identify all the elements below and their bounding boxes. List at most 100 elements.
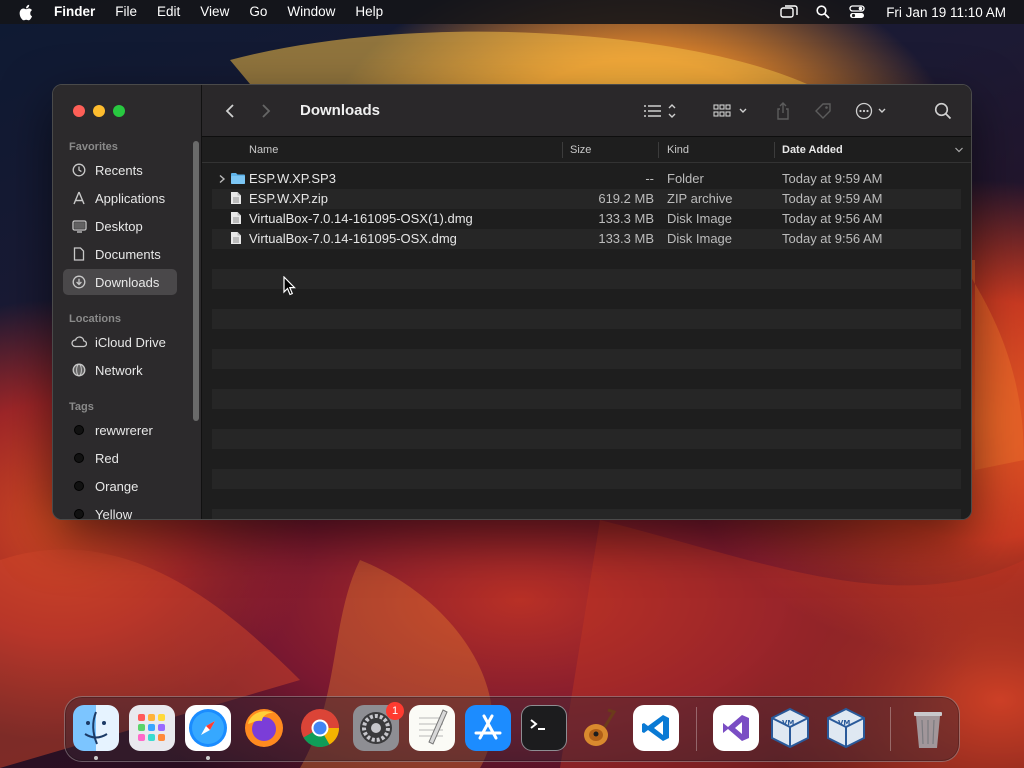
file-row[interactable]: ESP.W.XP.zip 619.2 MB ZIP archive Today … — [212, 189, 961, 209]
menu-file[interactable]: File — [105, 0, 147, 24]
file-browser: Downloads Name Size Kind Date Added ESP.… — [202, 85, 971, 519]
dock-virtualbox-icon[interactable]: VM — [767, 705, 813, 751]
dock-visual-studio-icon[interactable] — [713, 705, 759, 751]
empty-row — [212, 309, 961, 329]
file-kind: Disk Image — [667, 211, 733, 226]
sidebar-tag-orange[interactable]: Orange — [63, 473, 177, 499]
close-button[interactable] — [73, 105, 85, 117]
file-date-added: Today at 9:56 AM — [782, 231, 883, 246]
dock-launchpad-icon[interactable] — [129, 705, 175, 751]
more-actions-button[interactable] — [853, 97, 893, 125]
notification-badge: 1 — [386, 702, 404, 720]
empty-row — [212, 349, 961, 369]
clock-icon — [71, 162, 87, 178]
dock-safari-icon[interactable] — [185, 705, 231, 751]
empty-row — [212, 389, 961, 409]
tag-icon[interactable] — [811, 97, 835, 125]
tag-dot-icon — [71, 478, 87, 494]
dock-garageband-icon[interactable] — [577, 705, 623, 751]
dock-vscode-icon[interactable] — [633, 705, 679, 751]
sidebar-item-network[interactable]: Network — [63, 357, 177, 383]
sidebar-item-desktop[interactable]: Desktop — [63, 213, 177, 239]
file-size: 619.2 MB — [598, 191, 654, 206]
file-row[interactable]: VirtualBox-7.0.14-161095-OSX(1).dmg 133.… — [212, 209, 961, 229]
list-view-button[interactable] — [641, 97, 681, 125]
apple-menu-icon[interactable] — [18, 0, 38, 24]
search-icon[interactable] — [929, 97, 957, 125]
sidebar-item-label: Documents — [95, 246, 161, 262]
menu-app-finder[interactable]: Finder — [52, 0, 105, 24]
disclosure-triangle-icon[interactable] — [218, 169, 226, 189]
share-icon[interactable] — [771, 97, 795, 125]
file-row[interactable]: VirtualBox-7.0.14-161095-OSX.dmg 133.3 M… — [212, 229, 961, 249]
folder-icon — [230, 171, 245, 187]
sidebar-item-applications[interactable]: Applications — [63, 185, 177, 211]
zoom-button[interactable] — [113, 105, 125, 117]
search-icon[interactable] — [814, 4, 832, 20]
sidebar-item-label: Recents — [95, 162, 143, 178]
dock-firefox-icon[interactable] — [241, 705, 287, 751]
file-icon — [230, 211, 244, 227]
back-button[interactable] — [216, 97, 244, 125]
menu-go[interactable]: Go — [239, 0, 277, 24]
tag-dot-icon — [71, 422, 87, 438]
file-name: VirtualBox-7.0.14-161095-OSX(1).dmg — [249, 211, 473, 226]
file-size: 133.3 MB — [598, 211, 654, 226]
applications-icon — [71, 190, 87, 206]
file-name: VirtualBox-7.0.14-161095-OSX.dmg — [249, 231, 457, 246]
finder-window: Favorites Recents Applications Desktop D… — [52, 84, 972, 520]
sidebar-item-recents[interactable]: Recents — [63, 157, 177, 183]
dock-finder-icon[interactable] — [73, 705, 119, 751]
column-date-added[interactable]: Date Added — [782, 137, 843, 163]
file-row[interactable]: ESP.W.XP.SP3 -- Folder Today at 9:59 AM — [212, 169, 961, 189]
menu-edit[interactable]: Edit — [147, 0, 190, 24]
file-date-added: Today at 9:59 AM — [782, 191, 883, 206]
column-size[interactable]: Size — [570, 137, 591, 163]
globe-icon — [71, 362, 87, 378]
menu-help[interactable]: Help — [345, 0, 393, 24]
dock-terminal-icon[interactable] — [521, 705, 567, 751]
tag-dot-icon — [71, 506, 87, 519]
mouse-pointer-icon — [283, 276, 296, 296]
screen-mirroring-icon[interactable] — [780, 4, 798, 20]
dock-textedit-icon[interactable] — [409, 705, 455, 751]
empty-row — [212, 429, 961, 449]
menu-window[interactable]: Window — [277, 0, 345, 24]
dock-app-store-icon[interactable] — [465, 705, 511, 751]
sidebar-tag-red[interactable]: Red — [63, 445, 177, 471]
dock: 1 VM VM — [64, 696, 960, 762]
sidebar-item-label: Red — [95, 450, 119, 466]
sidebar-scrollbar[interactable] — [193, 141, 199, 421]
sidebar-tag-yellow[interactable]: Yellow — [63, 501, 177, 519]
file-name: ESP.W.XP.zip — [249, 191, 329, 206]
sidebar-item-icloud-drive[interactable]: iCloud Drive — [63, 329, 177, 355]
menu-clock[interactable]: Fri Jan 19 11:10 AM — [886, 5, 1006, 20]
tag-dot-icon — [71, 450, 87, 466]
sidebar-item-documents[interactable]: Documents — [63, 241, 177, 267]
sidebar-tag-rewwrerer[interactable]: rewwrerer — [63, 417, 177, 443]
document-icon — [71, 246, 87, 262]
sidebar-item-downloads[interactable]: Downloads — [63, 269, 177, 295]
file-size: 133.3 MB — [598, 231, 654, 246]
dock-system-settings-icon[interactable]: 1 — [353, 702, 404, 751]
file-icon — [230, 191, 244, 207]
empty-row — [212, 469, 961, 489]
sort-chevron-icon[interactable] — [954, 137, 964, 163]
column-name[interactable]: Name — [249, 137, 278, 163]
column-headers: Name Size Kind Date Added — [202, 137, 971, 163]
file-kind: ZIP archive — [667, 191, 733, 206]
sidebar-section-tags: Tags — [69, 401, 94, 413]
dock-chrome-icon[interactable] — [297, 705, 343, 751]
menu-bar: Finder File Edit View Go Window Help Fri… — [0, 0, 1024, 24]
dock-trash-icon[interactable] — [905, 705, 951, 751]
menu-view[interactable]: View — [190, 0, 239, 24]
forward-button[interactable] — [252, 97, 280, 125]
sidebar-item-label: Desktop — [95, 218, 143, 234]
minimize-button[interactable] — [93, 105, 105, 117]
column-kind[interactable]: Kind — [667, 137, 689, 163]
svg-text:VM: VM — [782, 719, 794, 727]
dock-virtualbox-icon[interactable]: VM — [823, 705, 869, 751]
group-button[interactable] — [711, 97, 751, 125]
control-center-icon[interactable] — [848, 4, 866, 20]
desktop-icon — [71, 218, 87, 234]
